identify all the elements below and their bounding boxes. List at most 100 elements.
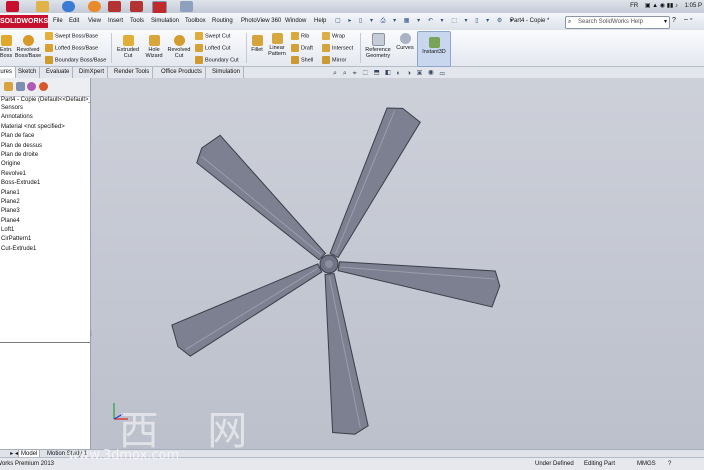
fan-blade[interactable] (316, 272, 369, 437)
instant3d-toggle[interactable]: Instant3D (417, 31, 451, 67)
tree-item[interactable]: Plane2 (0, 198, 90, 207)
rib-label: Rib (301, 33, 310, 40)
extruded-boss-label: Extruded Boss/Base (0, 47, 12, 59)
tree-item[interactable]: Plan de face (0, 132, 90, 141)
tree-item[interactable]: Plane1 (0, 189, 90, 198)
menu-simulation[interactable]: Simulation (151, 13, 179, 30)
revolved-boss-button[interactable]: Revolved Boss/Base (13, 35, 43, 59)
tree-split-line[interactable] (0, 342, 90, 343)
swept-boss-button[interactable]: Swept Boss/Base (45, 32, 98, 40)
chrome-icon[interactable] (62, 1, 75, 12)
curves-button[interactable]: Curves (395, 33, 415, 51)
status-help-icon[interactable]: ? (668, 458, 671, 470)
wrap-button[interactable]: Wrap (322, 32, 345, 40)
menu-file[interactable]: File (53, 13, 63, 30)
tree-item[interactable]: Plane3 (0, 207, 90, 216)
tab-sketch[interactable]: Sketch (15, 67, 41, 78)
extrude-icon (0, 35, 12, 46)
reference-geometry-button[interactable]: Reference Geometry (362, 33, 394, 59)
tree-item[interactable]: Plan de dessus (0, 142, 90, 151)
tab-evaluate[interactable]: Evaluate (43, 67, 74, 78)
feature-manager-icon[interactable] (4, 82, 13, 91)
fillet-button[interactable]: Fillet (248, 35, 266, 53)
system-tray: FR ▣ ▲ ◉ ▮▮ ♪ 1:05 P (625, 0, 702, 13)
tab-office-products[interactable]: Office Products (158, 67, 206, 78)
tree-item[interactable]: Origine (0, 160, 90, 169)
fan-blade[interactable] (168, 256, 329, 359)
linear-pattern-button[interactable]: Linear Pattern (266, 33, 288, 57)
tree-item[interactable]: Boss-Extrude1 (0, 179, 90, 188)
boundary-boss-button[interactable]: Boundary Boss/Base (45, 56, 106, 64)
menu-insert[interactable]: Insert (108, 13, 123, 30)
window-controls[interactable]: – ▫ (684, 16, 692, 23)
menu-edit[interactable]: Edit (69, 13, 79, 30)
swept-cut-icon (195, 32, 203, 40)
status-units[interactable]: MMGS (637, 458, 656, 470)
shell-label: Shell (301, 57, 314, 64)
camtasia-icon[interactable] (108, 1, 121, 12)
revolved-cut-button[interactable]: Revolved Cut (166, 35, 192, 59)
help-search-input[interactable]: ⌕ Search SolidWorks Help ▾ (565, 16, 670, 29)
intersect-button[interactable]: Intersect (322, 44, 353, 52)
menu-view[interactable]: View (88, 13, 101, 30)
tab-simulation[interactable]: Simulation (209, 67, 245, 78)
appearance-icon[interactable] (39, 82, 48, 91)
quick-access-toolbar[interactable]: ▢ ▸ ▯ ▾ ⎙ ▾ ▦ ▾ ↶ ▾ ⬚ ▾ ▯ ▾ ⚙ ▾ (335, 13, 516, 30)
watermark-url: www.3dmox.com (68, 448, 180, 463)
shell-button[interactable]: Shell (291, 56, 313, 64)
lofted-boss-button[interactable]: Lofted Boss/Base (45, 44, 98, 52)
menu-tools[interactable]: Tools (130, 13, 144, 30)
draft-button[interactable]: Draft (291, 44, 313, 52)
extruded-cut-label: Extruded Cut (116, 47, 139, 59)
solidworks-logo[interactable]: SOLIDWORKS (0, 15, 48, 28)
tree-item[interactable]: Plane4 (0, 217, 90, 226)
extruded-boss-button[interactable]: Extruded Boss/Base (0, 35, 12, 59)
fan-blade[interactable] (336, 244, 502, 308)
search-icon: ⌕ (568, 19, 572, 25)
tree-item[interactable]: CirPattern1 (0, 235, 90, 244)
mirror-button[interactable]: Mirror (322, 56, 346, 64)
ribbon-divider (360, 33, 361, 63)
view-heads-up-toolbar[interactable]: ⌕ ⌕ ⌖ ⬚ ⬒ ◧ ◐ ◑ ▣ ◉ ▭ (333, 70, 447, 79)
tab-dimxpert[interactable]: DimXpert (76, 67, 109, 78)
rib-button[interactable]: Rib (291, 32, 309, 40)
tree-item[interactable]: Annotations (0, 113, 90, 122)
fan-blade[interactable] (314, 102, 422, 262)
tree-item[interactable]: Revolve1 (0, 170, 90, 179)
tab-render-tools[interactable]: Render Tools (111, 67, 154, 78)
hole-wizard-button[interactable]: Hole Wizard (142, 35, 166, 59)
help-icon[interactable]: ? (672, 17, 676, 24)
explorer-icon[interactable] (36, 1, 49, 12)
intersect-icon (322, 44, 330, 52)
tab-features[interactable]: Features (0, 67, 16, 78)
configuration-manager-icon[interactable] (27, 82, 36, 91)
menu-toolbox[interactable]: Toolbox (185, 13, 206, 30)
document-title: Part4 - Copie * (510, 18, 550, 24)
camtasia-icon[interactable] (130, 1, 143, 12)
language-indicator[interactable]: FR (630, 3, 638, 9)
menu-window[interactable]: Window (285, 13, 306, 30)
media-icon[interactable] (88, 1, 101, 12)
network-icon[interactable] (180, 1, 193, 12)
curves-label: Curves (396, 45, 414, 51)
lofted-cut-button[interactable]: Lofted Cut (195, 44, 230, 52)
panel-resize-handle[interactable]: ⁞ (90, 331, 92, 338)
menu-routing[interactable]: Routing (212, 13, 233, 30)
boundary-cut-button[interactable]: Boundary Cut (195, 56, 239, 64)
swept-cut-button[interactable]: Swept Cut (195, 32, 230, 40)
chevron-down-icon[interactable]: ▾ (664, 17, 667, 28)
menu-help[interactable]: Help (314, 13, 326, 30)
tree-item[interactable]: Cut-Extrude1 (0, 245, 90, 254)
solidworks-app-icon[interactable] (6, 1, 19, 12)
tree-item[interactable]: Sensors (0, 104, 90, 113)
fan-blade[interactable] (192, 132, 332, 272)
menu-photoview[interactable]: PhotoView 360 (241, 13, 281, 30)
tree-item[interactable]: Material <not specified> (0, 123, 90, 132)
status-product: SolidWorks Premium 2013 (0, 461, 54, 467)
tree-item[interactable]: Loft1 (0, 226, 90, 235)
property-manager-icon[interactable] (16, 82, 25, 91)
tree-root-part[interactable]: Part4 - Copie (Default<<Default>_Displ (1, 96, 90, 104)
tree-item[interactable]: Plan de droite (0, 151, 90, 160)
extruded-cut-button[interactable]: Extruded Cut (114, 35, 142, 59)
clock[interactable]: 1:05 P (685, 3, 702, 9)
